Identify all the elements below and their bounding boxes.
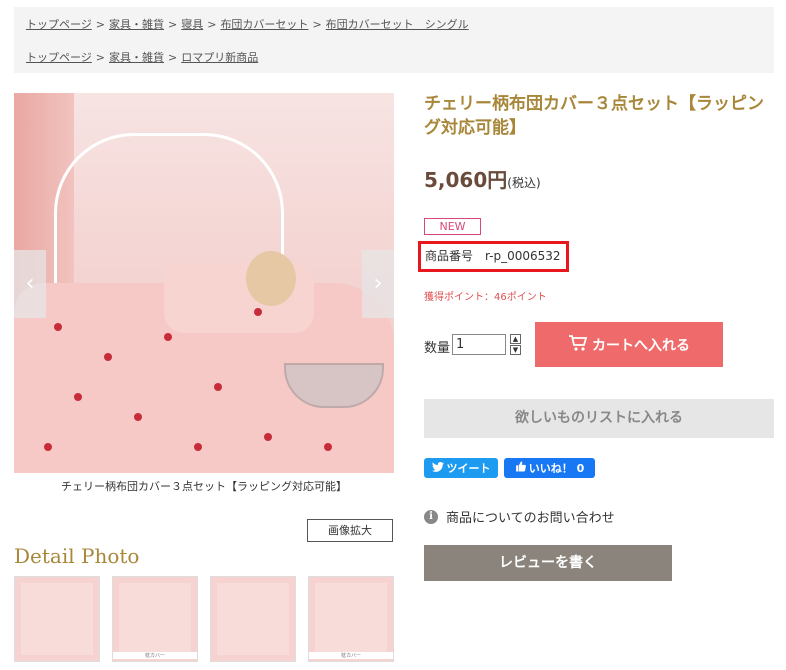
image-caption: チェリー柄布団カバー３点セット【ラッピング対応可能】 <box>61 480 347 493</box>
breadcrumb: トップページ > 家具・雑貨 > 寝具 > 布団カバーセット > 布団カバーセット シングル <box>26 16 469 32</box>
detail-thumbnail[interactable] <box>210 576 296 662</box>
product-main-image[interactable] <box>14 93 394 473</box>
cherry-graphic <box>134 413 142 421</box>
breadcrumb-separator: > <box>95 18 105 31</box>
inquiry-label: 商品についてのお問い合わせ <box>446 511 615 526</box>
twitter-bird-icon <box>431 461 444 475</box>
cherry-graphic <box>264 433 272 441</box>
next-image-button[interactable]: › <box>362 250 394 318</box>
chevron-right-icon: › <box>373 271 383 296</box>
cart-button-label: カートへ入れる <box>592 337 690 354</box>
product-title: チェリー柄布団カバー３点セット【ラッピング対応可能】 <box>424 94 764 138</box>
detail-thumbnails: 枕カバー 枕カバー <box>14 576 394 662</box>
increment-button[interactable]: ▲ <box>510 334 521 344</box>
tweet-button[interactable]: ツイート <box>424 458 498 478</box>
thumbnail-image <box>217 583 289 655</box>
price-value: 5,060円 <box>424 168 508 192</box>
cherry-graphic <box>214 383 222 391</box>
cherry-graphic <box>54 323 62 331</box>
tweet-label: ツイート <box>446 462 491 475</box>
reward-points: 獲得ポイント：46ポイント <box>424 292 547 303</box>
breadcrumb-link[interactable]: 布団カバーセット シングル <box>326 18 469 31</box>
thumbnail-label: 枕カバー <box>113 652 197 659</box>
thumbnail-image <box>21 583 93 655</box>
breadcrumb-link[interactable]: 家具・雑貨 <box>109 51 164 64</box>
product-sku: 商品番号 r-p_0006532 <box>418 241 569 272</box>
cherry-graphic <box>104 353 112 361</box>
thumbnail-image <box>315 583 387 655</box>
breadcrumb-link[interactable]: 布団カバーセット <box>220 18 308 31</box>
quantity-stepper: ▲ ▼ <box>510 334 521 355</box>
breadcrumb: トップページ > 家具・雑貨 > ロマプリ新商品 <box>26 49 258 65</box>
detail-photo-heading: Detail Photo <box>14 544 140 568</box>
cart-icon <box>568 334 588 356</box>
breadcrumb-separator: > <box>95 51 105 64</box>
previous-image-button[interactable]: ‹ <box>14 250 46 318</box>
breadcrumb-area: トップページ > 家具・雑貨 > 寝具 > 布団カバーセット > 布団カバーセット シングル ト… <box>14 7 774 73</box>
headboard-graphic <box>54 133 284 283</box>
quantity-input[interactable] <box>452 334 506 355</box>
zoom-image-button[interactable]: 画像拡大 <box>307 519 393 542</box>
breadcrumb-link[interactable]: トップページ <box>26 51 92 64</box>
detail-thumbnail[interactable] <box>14 576 100 662</box>
decrement-button[interactable]: ▼ <box>510 345 521 355</box>
breadcrumb-separator: > <box>207 18 217 31</box>
add-to-cart-button[interactable]: カートへ入れる <box>535 322 723 367</box>
tax-note: (税込) <box>507 176 541 190</box>
detail-thumbnail[interactable]: 枕カバー <box>112 576 198 662</box>
product-inquiry-link[interactable]: i 商品についてのお問い合わせ <box>424 507 615 526</box>
breadcrumb-link[interactable]: ロマプリ新商品 <box>181 51 258 64</box>
breadcrumb-separator: > <box>168 51 178 64</box>
product-price: 5,060円(税込) <box>424 164 541 193</box>
new-badge: NEW <box>424 218 481 235</box>
thumbnail-label: 枕カバー <box>309 652 393 659</box>
breadcrumb-link[interactable]: トップページ <box>26 18 92 31</box>
teddy-bear-graphic <box>246 251 296 306</box>
breadcrumb-link[interactable]: 家具・雑貨 <box>109 18 164 31</box>
facebook-like-button[interactable]: いいね！ 0 <box>504 458 595 478</box>
quantity-label: 数量 <box>424 341 451 356</box>
chevron-left-icon: ‹ <box>25 271 35 296</box>
like-label: いいね！ 0 <box>528 462 585 475</box>
thumbnail-image <box>119 583 191 655</box>
add-to-wishlist-button[interactable]: 欲しいものリストに入れる <box>424 399 774 438</box>
cherry-graphic <box>74 393 82 401</box>
write-review-button[interactable]: レビューを書く <box>424 545 672 581</box>
thumbs-up-icon <box>515 461 526 475</box>
breadcrumb-separator: > <box>168 18 178 31</box>
cherry-graphic <box>324 443 332 451</box>
breadcrumb-separator: > <box>312 18 322 31</box>
cherry-graphic <box>164 333 172 341</box>
cherry-graphic <box>254 308 262 316</box>
cherry-graphic <box>194 443 202 451</box>
detail-thumbnail[interactable]: 枕カバー <box>308 576 394 662</box>
breadcrumb-link[interactable]: 寝具 <box>181 18 203 31</box>
cherry-graphic <box>44 443 52 451</box>
info-icon: i <box>424 509 438 524</box>
